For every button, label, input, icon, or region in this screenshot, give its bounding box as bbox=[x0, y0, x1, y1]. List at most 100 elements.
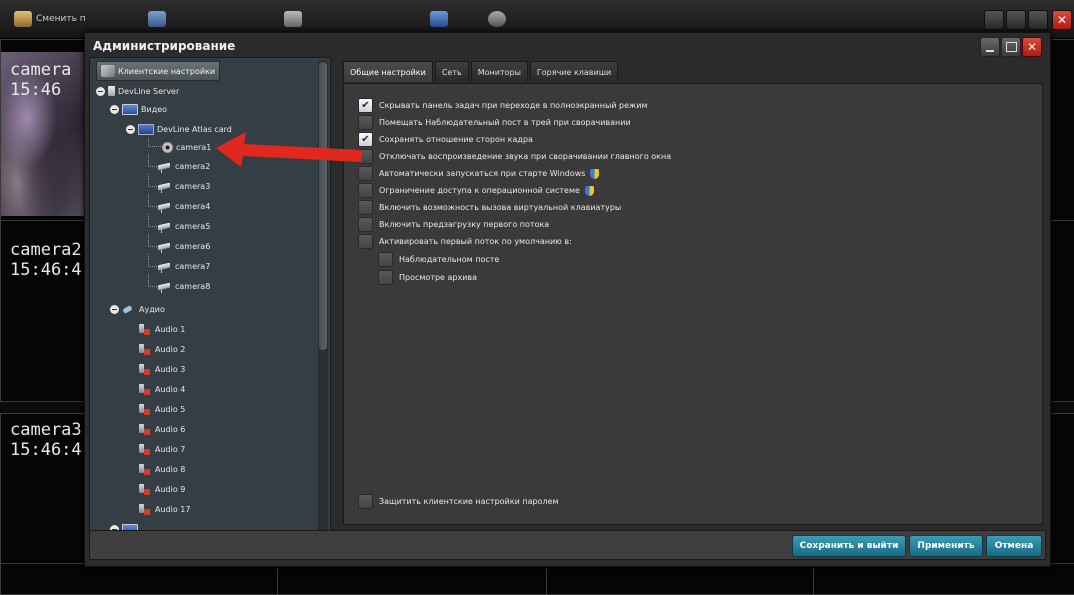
option-restrict-os[interactable]: Ограничение доступа к операционной систе… bbox=[358, 183, 594, 198]
tree-item-label: camera1 bbox=[176, 143, 212, 152]
collapse-icon[interactable] bbox=[96, 86, 105, 96]
camera-icon bbox=[156, 203, 172, 213]
tab-monitors[interactable]: Мониторы bbox=[470, 61, 528, 82]
monitor-icon bbox=[148, 11, 166, 27]
camera-cell-2-label: camera2 15:46:4 bbox=[10, 240, 82, 280]
option-virtual-keyboard[interactable]: Включить возможность вызова виртуальной … bbox=[358, 200, 621, 215]
audio-disabled-icon bbox=[138, 504, 152, 515]
app-close-button[interactable]: ✕ bbox=[1052, 10, 1072, 30]
dialog-minimize-button[interactable] bbox=[980, 37, 1000, 57]
checkbox[interactable]: ✔ bbox=[358, 98, 373, 113]
checkbox[interactable] bbox=[358, 183, 373, 198]
tree-item-audio[interactable]: Audio 17 bbox=[138, 504, 190, 515]
tree-item-audio[interactable]: Audio 8 bbox=[138, 464, 185, 475]
administration-dialog: Администрирование ✕ Клиентские настройки… bbox=[84, 32, 1051, 567]
tree-item-audio[interactable]: Audio 9 bbox=[138, 484, 185, 495]
dialog-close-button[interactable]: ✕ bbox=[1022, 37, 1042, 57]
clock-icon bbox=[488, 11, 506, 27]
cancel-button[interactable]: Отмена bbox=[986, 535, 1042, 557]
checkbox[interactable] bbox=[378, 252, 393, 267]
tree-item-camera[interactable]: camera8 bbox=[156, 282, 210, 293]
tree-item-label: camera6 bbox=[175, 242, 211, 251]
app-maximize-button[interactable] bbox=[1028, 10, 1048, 30]
tree-item-server[interactable]: DevLine Server bbox=[96, 86, 179, 96]
option-label: Автоматически запускаться при старте Win… bbox=[379, 169, 586, 178]
option-mute-minimized[interactable]: Отключать воспроизведение звука при свор… bbox=[358, 149, 671, 164]
tree-item-client-settings[interactable]: Клиентские настройки bbox=[96, 61, 221, 81]
option-protect-password[interactable]: Защитить клиентские настройки паролем bbox=[358, 494, 559, 509]
camera-cell-5[interactable] bbox=[277, 563, 547, 595]
camera-icon bbox=[156, 283, 172, 293]
tab-network[interactable]: Сеть bbox=[434, 61, 469, 82]
tree-item-camera[interactable]: camera6 bbox=[156, 242, 211, 253]
tree-item-camera[interactable]: camera4 bbox=[156, 202, 210, 213]
checkbox[interactable] bbox=[358, 217, 373, 232]
tree-item-video[interactable]: Видео bbox=[110, 104, 167, 115]
tab-hotkeys[interactable]: Горячие клавиши bbox=[529, 61, 619, 82]
checkbox[interactable] bbox=[358, 115, 373, 130]
checkbox[interactable] bbox=[378, 270, 393, 285]
tree-item-audio[interactable]: Audio 3 bbox=[138, 364, 185, 375]
option-aspect-ratio[interactable]: ✔ Сохранять отношение сторон кадра bbox=[358, 132, 533, 147]
tree-item-label: Audio 17 bbox=[155, 505, 191, 514]
app-minimize-button[interactable] bbox=[984, 10, 1004, 30]
option-autostart[interactable]: Автоматически запускаться при старте Win… bbox=[358, 166, 600, 181]
checkbox[interactable]: ✔ bbox=[358, 132, 373, 147]
camera-icon bbox=[156, 243, 172, 253]
camera-cell-6[interactable] bbox=[546, 563, 814, 595]
general-settings-panel: ✔ Скрывать панель задач при переходе в п… bbox=[343, 83, 1043, 525]
toolbar-button-5[interactable] bbox=[488, 8, 510, 30]
tree-item-audio-group[interactable]: Аудио bbox=[110, 304, 165, 314]
checkbox[interactable] bbox=[358, 494, 373, 509]
tree-item-audio[interactable]: Audio 4 bbox=[138, 384, 185, 395]
toolbar-button-3[interactable] bbox=[284, 8, 306, 30]
tree-scrollbar-thumb[interactable] bbox=[319, 62, 327, 350]
tree-scrollbar[interactable] bbox=[318, 60, 328, 550]
tree-item-audio[interactable]: Audio 7 bbox=[138, 444, 185, 455]
apply-button[interactable]: Применить bbox=[909, 535, 983, 557]
option-label: Помещать Наблюдательный пост в трей при … bbox=[379, 118, 631, 127]
option-sub-archive-view[interactable]: Просмотре архива bbox=[378, 270, 477, 285]
checkbox[interactable] bbox=[358, 234, 373, 249]
camera-icon bbox=[156, 223, 172, 233]
tab-general[interactable]: Общие настройки bbox=[343, 61, 433, 82]
option-tray[interactable]: Помещать Наблюдательный пост в трей при … bbox=[358, 115, 631, 130]
collapse-icon[interactable] bbox=[110, 304, 119, 314]
collapse-icon[interactable] bbox=[126, 125, 135, 134]
checkbox[interactable] bbox=[358, 200, 373, 215]
tree-item-atlas-card[interactable]: DevLine Atlas card bbox=[126, 124, 232, 135]
app-restore-button[interactable] bbox=[1006, 10, 1026, 30]
tree-item-camera[interactable]: camera1 bbox=[162, 142, 211, 153]
camera-cell-4[interactable] bbox=[0, 563, 278, 595]
change-user-button[interactable]: Сменить п bbox=[14, 8, 86, 30]
toolbar-button-2[interactable] bbox=[148, 8, 170, 30]
tree-item-camera[interactable]: camera5 bbox=[156, 222, 210, 233]
tree-item-camera[interactable]: camera2 bbox=[156, 162, 210, 173]
save-and-exit-button[interactable]: Сохранить и выйти bbox=[792, 535, 906, 557]
tree-item-camera[interactable]: camera7 bbox=[156, 262, 210, 273]
tree-item-audio[interactable]: Audio 6 bbox=[138, 424, 185, 435]
option-first-stream-default[interactable]: Активировать первый поток по умолчанию в… bbox=[358, 234, 572, 249]
minimize-icon bbox=[986, 50, 994, 52]
option-hide-taskbar[interactable]: ✔ Скрывать панель задач при переходе в п… bbox=[358, 98, 647, 113]
checkbox[interactable] bbox=[358, 149, 373, 164]
camera-cell-1-label: camera 15:46 bbox=[10, 60, 72, 100]
grid-icon bbox=[430, 11, 448, 27]
toolbar-button-4[interactable] bbox=[430, 8, 452, 30]
dialog-title: Администрирование bbox=[93, 39, 236, 53]
tree-item-audio[interactable]: Audio 2 bbox=[138, 344, 185, 355]
option-label: Наблюдательном посте bbox=[399, 255, 500, 264]
option-preload-stream[interactable]: Включить предзагрузку первого потока bbox=[358, 217, 549, 232]
check-icon: ✔ bbox=[361, 134, 370, 145]
checkbox[interactable] bbox=[358, 166, 373, 181]
server-icon bbox=[108, 86, 115, 96]
camera-cell-3-label: camera3 15:46:4 bbox=[10, 420, 82, 460]
tree-item-audio[interactable]: Audio 5 bbox=[138, 404, 185, 415]
dialog-maximize-button[interactable] bbox=[1001, 37, 1021, 57]
option-sub-observation-post[interactable]: Наблюдательном посте bbox=[378, 252, 499, 267]
tree-item-audio[interactable]: Audio 1 bbox=[138, 324, 185, 335]
camera-cell-7[interactable] bbox=[813, 563, 1074, 595]
tree-item-camera[interactable]: camera3 bbox=[156, 182, 210, 193]
option-label: Включить предзагрузку первого потока bbox=[379, 220, 550, 229]
collapse-icon[interactable] bbox=[110, 105, 119, 114]
